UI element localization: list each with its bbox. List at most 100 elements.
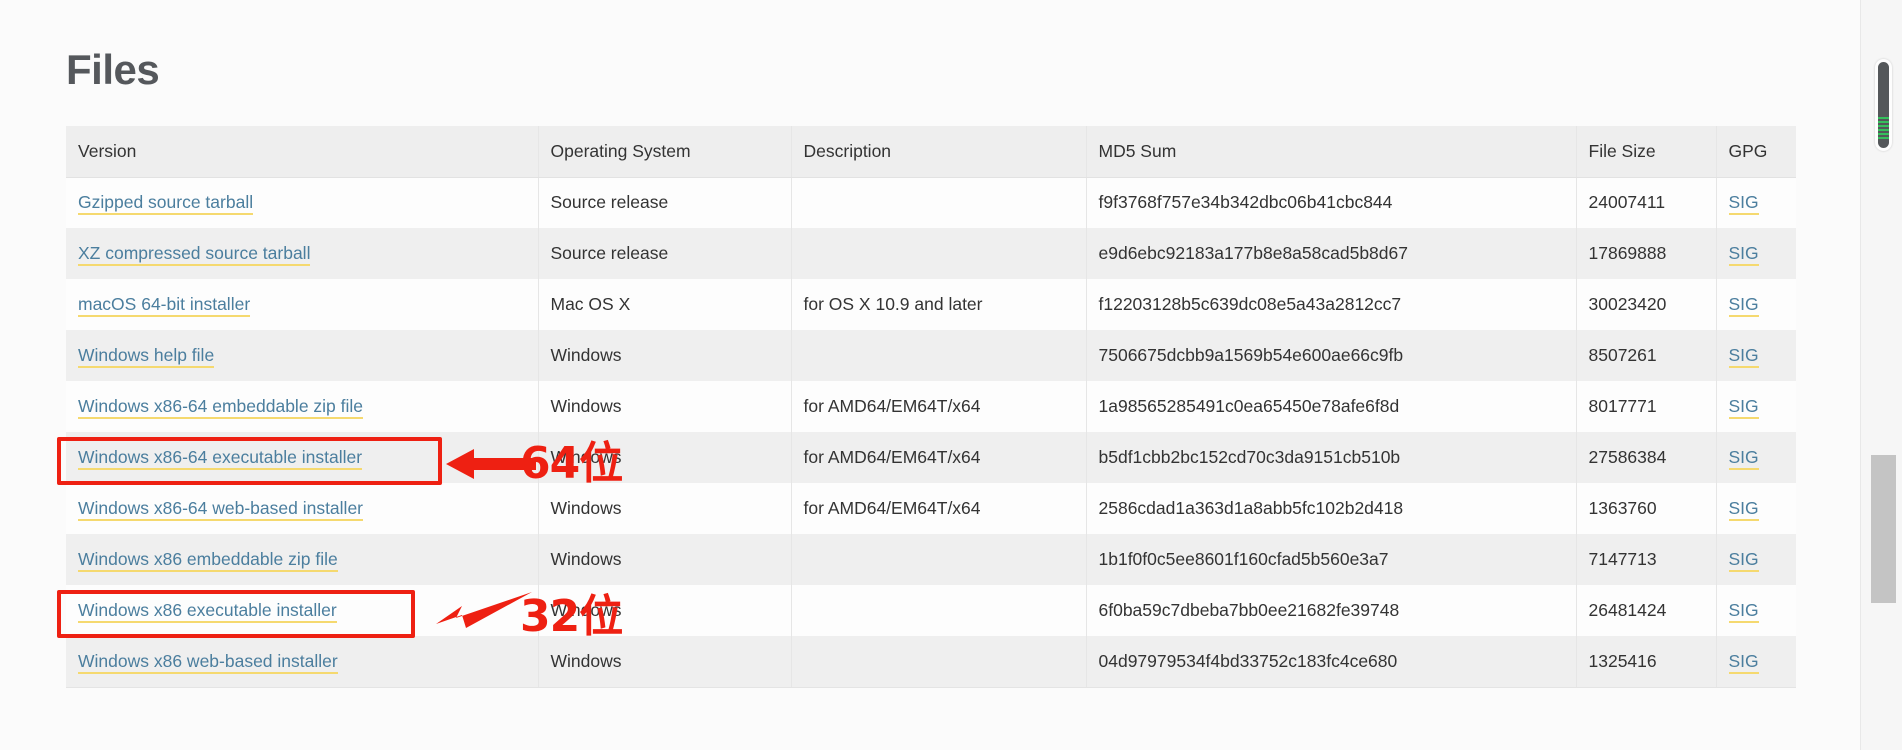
- cell-gpg: SIG: [1716, 381, 1796, 432]
- scrollbar-thumb-minimap[interactable]: [1875, 59, 1892, 151]
- cell-md5-sum: f12203128b5c639dc08e5a43a2812cc7: [1086, 279, 1577, 330]
- scrollbar-search-match-marks: [1878, 117, 1889, 145]
- cell-description: [791, 330, 1087, 381]
- file-download-link[interactable]: Windows x86 web-based installer: [78, 650, 338, 674]
- cell-md5-sum: b5df1cbb2bc152cd70c3da9151cb510b: [1086, 432, 1577, 483]
- cell-file-size: 8017771: [1576, 381, 1717, 432]
- cell-version: Windows x86-64 web-based installer: [66, 483, 539, 534]
- gpg-sig-link[interactable]: SIG: [1728, 447, 1759, 470]
- column-header-version[interactable]: Version: [66, 126, 539, 178]
- gpg-sig-link[interactable]: SIG: [1728, 192, 1759, 216]
- file-download-link[interactable]: macOS 64-bit installer: [78, 294, 251, 317]
- cell-md5-sum: 7506675dcbb9a1569b54e600ae66c9fb: [1086, 330, 1577, 381]
- cell-description: [791, 534, 1087, 585]
- cell-operating-system: Mac OS X: [538, 279, 792, 330]
- cell-description: [791, 585, 1087, 636]
- cell-operating-system: Windows: [538, 330, 792, 381]
- table-row: Windows help file Windows 7506675dcbb9a1…: [66, 330, 1796, 381]
- cell-operating-system: Windows: [538, 381, 792, 432]
- table-row: Gzipped source tarball Source release f9…: [66, 177, 1796, 228]
- cell-file-size: 1325416: [1576, 636, 1717, 688]
- cell-gpg: SIG: [1716, 534, 1796, 585]
- cell-operating-system: Source release: [538, 228, 792, 279]
- cell-file-size: 30023420: [1576, 279, 1717, 330]
- cell-operating-system: Windows: [538, 534, 792, 585]
- cell-md5-sum: 6f0ba59c7dbeba7bb0ee21682fe39748: [1086, 585, 1577, 636]
- table-row-highlighted-32bit: Windows x86 executable installer Windows…: [66, 585, 1796, 636]
- cell-description: [791, 636, 1087, 688]
- column-header-description[interactable]: Description: [791, 126, 1087, 178]
- cell-description: for AMD64/EM64T/x64: [791, 483, 1087, 534]
- table-row: Windows x86 web-based installer Windows …: [66, 636, 1796, 688]
- column-header-gpg[interactable]: GPG: [1716, 126, 1796, 178]
- files-page-content: Files Version Operating System Descripti…: [0, 0, 1860, 750]
- cell-md5-sum: 04d97979534f4bd33752c183fc4ce680: [1086, 636, 1577, 688]
- cell-gpg: SIG: [1716, 636, 1796, 688]
- cell-md5-sum: 2586cdad1a363d1a8abb5fc102b2d418: [1086, 483, 1577, 534]
- file-download-link[interactable]: Windows x86-64 executable installer: [78, 447, 363, 470]
- table-row-highlighted-64bit: Windows x86-64 executable installer Wind…: [66, 432, 1796, 483]
- cell-description: for AMD64/EM64T/x64: [791, 381, 1087, 432]
- gpg-sig-link[interactable]: SIG: [1728, 396, 1759, 419]
- cell-file-size: 8507261: [1576, 330, 1717, 381]
- table-header-row: Version Operating System Description MD5…: [66, 126, 1796, 178]
- table-row: Windows x86-64 embeddable zip file Windo…: [66, 381, 1796, 432]
- cell-md5-sum: 1a98565285491c0ea65450e78afe6f8d: [1086, 381, 1577, 432]
- page-root: Files Version Operating System Descripti…: [0, 0, 1902, 750]
- cell-description: [791, 177, 1087, 228]
- file-download-link[interactable]: Windows help file: [78, 345, 215, 368]
- gpg-sig-link[interactable]: SIG: [1728, 549, 1759, 572]
- cell-md5-sum: 1b1f0f0c5ee8601f160cfad5b560e3a7: [1086, 534, 1577, 585]
- cell-file-size: 26481424: [1576, 585, 1717, 636]
- column-header-md5-sum[interactable]: MD5 Sum: [1086, 126, 1577, 178]
- files-table-header: Version Operating System Description MD5…: [66, 126, 1796, 178]
- column-header-file-size[interactable]: File Size: [1576, 126, 1717, 178]
- cell-version: Gzipped source tarball: [66, 177, 539, 228]
- gpg-sig-link[interactable]: SIG: [1728, 600, 1759, 623]
- gpg-sig-link[interactable]: SIG: [1728, 243, 1759, 266]
- table-row: Windows x86 embeddable zip file Windows …: [66, 534, 1796, 585]
- scrollbar-thumb[interactable]: [1871, 455, 1896, 603]
- scrollbar-thumb-indicator[interactable]: [1878, 62, 1889, 148]
- file-download-link[interactable]: Gzipped source tarball: [78, 192, 254, 216]
- cell-operating-system: Windows: [538, 483, 792, 534]
- gpg-sig-link[interactable]: SIG: [1728, 345, 1759, 368]
- table-row: macOS 64-bit installer Mac OS X for OS X…: [66, 279, 1796, 330]
- cell-gpg: SIG: [1716, 177, 1796, 228]
- cell-version: Windows x86-64 executable installer: [66, 432, 539, 483]
- file-download-link[interactable]: XZ compressed source tarball: [78, 243, 311, 266]
- files-table-body: Gzipped source tarball Source release f9…: [66, 177, 1796, 688]
- cell-md5-sum: e9d6ebc92183a177b8e8a58cad5b8d67: [1086, 228, 1577, 279]
- cell-gpg: SIG: [1716, 279, 1796, 330]
- cell-file-size: 24007411: [1576, 177, 1717, 228]
- files-table: Version Operating System Description MD5…: [66, 126, 1796, 688]
- page-title: Files: [66, 46, 160, 94]
- cell-md5-sum: f9f3768f757e34b342dbc06b41cbc844: [1086, 177, 1577, 228]
- cell-gpg: SIG: [1716, 483, 1796, 534]
- file-download-link[interactable]: Windows x86-64 web-based installer: [78, 498, 363, 521]
- cell-file-size: 17869888: [1576, 228, 1717, 279]
- cell-version: XZ compressed source tarball: [66, 228, 539, 279]
- cell-version: Windows x86 embeddable zip file: [66, 534, 539, 585]
- cell-file-size: 27586384: [1576, 432, 1717, 483]
- gpg-sig-link[interactable]: SIG: [1728, 650, 1759, 674]
- gpg-sig-link[interactable]: SIG: [1728, 498, 1759, 521]
- annotation-label-64bit: 64位: [520, 438, 623, 489]
- cell-gpg: SIG: [1716, 432, 1796, 483]
- cell-version: Windows x86 executable installer: [66, 585, 539, 636]
- table-row: Windows x86-64 web-based installer Windo…: [66, 483, 1796, 534]
- file-download-link[interactable]: Windows x86-64 embeddable zip file: [78, 396, 364, 419]
- gpg-sig-link[interactable]: SIG: [1728, 294, 1759, 317]
- column-header-operating-system[interactable]: Operating System: [538, 126, 792, 178]
- cell-file-size: 1363760: [1576, 483, 1717, 534]
- cell-description: for AMD64/EM64T/x64: [791, 432, 1087, 483]
- cell-operating-system: Source release: [538, 177, 792, 228]
- file-download-link[interactable]: Windows x86 embeddable zip file: [78, 549, 338, 572]
- cell-version: Windows help file: [66, 330, 539, 381]
- cell-gpg: SIG: [1716, 330, 1796, 381]
- cell-version: macOS 64-bit installer: [66, 279, 539, 330]
- file-download-link[interactable]: Windows x86 executable installer: [78, 600, 337, 623]
- cell-description: for OS X 10.9 and later: [791, 279, 1087, 330]
- cell-version: Windows x86-64 embeddable zip file: [66, 381, 539, 432]
- scrollbar-track[interactable]: [1860, 0, 1902, 750]
